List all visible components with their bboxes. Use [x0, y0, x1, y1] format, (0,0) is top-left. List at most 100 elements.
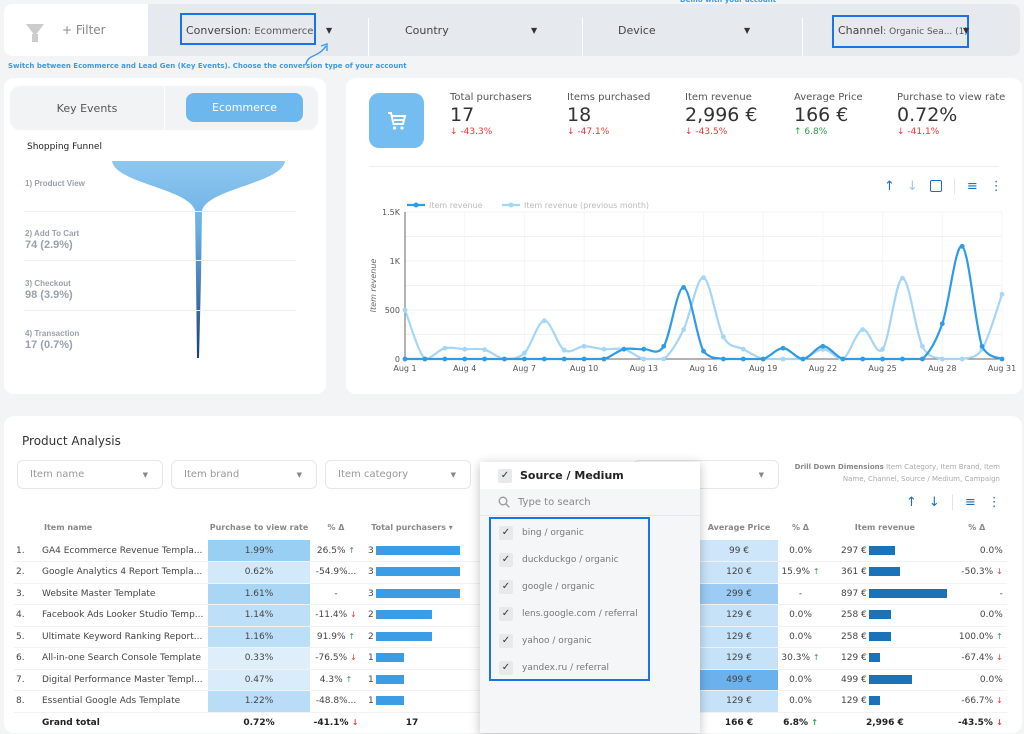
add-filter-label: + Filter — [62, 23, 106, 37]
arrow-up-icon: ↑ — [348, 631, 356, 641]
drill-down-label: Drill Down Dimensions — [794, 463, 884, 471]
col-item-revenue[interactable]: Item revenue — [823, 514, 947, 540]
data-point-item-revenue — [641, 346, 647, 352]
dropdown-option[interactable]: ✓ duckduckgo / organic — [491, 546, 648, 573]
avg-price-cell: 129 € — [700, 604, 778, 627]
filter-lines-icon[interactable]: ≡ — [965, 495, 976, 510]
tab-ecommerce[interactable]: Ecommerce — [186, 93, 303, 122]
divider — [24, 310, 296, 311]
delta-value: -67.4% — [961, 653, 994, 664]
data-point-previous-month — [601, 346, 607, 352]
chevron-down-icon: ▼ — [744, 25, 751, 35]
item-name-filter[interactable]: Item name ▼ — [17, 460, 163, 489]
checkmark-icon[interactable]: ✓ — [499, 552, 513, 567]
dropdown-option[interactable]: ✓ yahoo / organic — [491, 627, 648, 654]
kpi-card: Items purchased 18 ↓ -47.1% — [567, 92, 650, 137]
arrow-up-icon: ↑ — [348, 545, 356, 555]
checkmark-icon[interactable]: ✓ — [499, 660, 513, 675]
row-number: 8. — [14, 690, 42, 713]
dropdown-option[interactable]: ✓ yandex.ru / referral — [491, 654, 648, 681]
delta-value: 0.0% — [979, 545, 1003, 556]
divider — [369, 166, 999, 167]
col-total-purchasers[interactable]: Total purchasers ▾ — [362, 514, 462, 540]
country-label: Country — [405, 23, 449, 37]
checkmark-icon[interactable]: ✓ — [499, 579, 513, 594]
row-number: 2. — [14, 561, 42, 584]
col-avg-delta[interactable]: % Δ — [778, 514, 823, 540]
col-item-name[interactable]: Item name — [42, 514, 208, 540]
add-filter-button[interactable]: + Filter — [4, 4, 148, 56]
filter-lines-icon[interactable]: ≡ — [967, 179, 978, 194]
chart-settings-icon[interactable] — [929, 180, 942, 192]
data-point-item-revenue — [880, 356, 885, 362]
conversion-text: Conversion: Ecommerce — [186, 23, 314, 37]
purchasers-cell: 3 — [362, 583, 462, 605]
dropdown-option[interactable]: ✓ lens.google.com / referral — [491, 600, 648, 627]
dropdown-header[interactable]: ✓ Source / Medium — [480, 462, 700, 489]
sort-ascending-icon[interactable]: ↑ — [884, 179, 895, 194]
col-ptv-delta[interactable]: % Δ — [310, 514, 362, 540]
x-tick-label: Aug 7 — [513, 364, 536, 373]
checkmark-icon[interactable]: ✓ — [499, 525, 513, 540]
data-point-item-revenue — [621, 346, 627, 352]
item-name-cell: GA4 Ecommerce Revenue Templa... — [42, 540, 208, 562]
row-number: 5. — [14, 626, 42, 648]
delta-value: 100.0% — [958, 631, 994, 642]
more-options-icon[interactable]: ⋮ — [988, 495, 1001, 510]
item-brand-filter[interactable]: Item brand ▼ — [171, 460, 317, 489]
col-rev-delta[interactable]: % Δ — [947, 514, 1007, 540]
chevron-down-icon: ▼ — [758, 470, 764, 479]
ptv-cell: 0.47% — [208, 669, 310, 691]
purchasers-cell: 3 — [362, 561, 462, 584]
data-point-previous-month — [999, 291, 1005, 297]
col-average-price[interactable]: Average Price — [700, 514, 778, 540]
kpi-card: Purchase to view rate 0.72% ↓ -41.1% — [897, 92, 1005, 137]
delta-value: 0.0% — [789, 610, 812, 621]
data-point-item-revenue — [979, 343, 985, 349]
funnel-step-label: 4) Transaction — [25, 329, 80, 338]
device-control[interactable]: Device ▼ — [584, 4, 784, 56]
sort-descending-icon[interactable]: ↓ — [929, 495, 940, 510]
purchasers-bar — [375, 696, 404, 706]
checkmark-icon[interactable]: ✓ — [499, 606, 513, 621]
arrow-down-icon: ↓ — [450, 127, 458, 137]
channel-control[interactable]: Channel: Organic Sea... (1) ▼ — [832, 4, 972, 56]
dropdown-title: Source / Medium — [520, 469, 624, 482]
chart-toolbar: ↑ ↓ ≡ ⋮ — [884, 178, 1003, 194]
purchasers-value: 3 — [368, 545, 374, 556]
conversion-hint: Switch between Ecommerce and Lead Gen (K… — [8, 62, 407, 70]
x-tick-label: Aug 10 — [570, 364, 598, 373]
dropdown-option[interactable]: ✓ bing / organic — [491, 519, 648, 546]
option-label: yandex.ru / referral — [522, 662, 609, 673]
data-point-item-revenue — [780, 345, 786, 351]
arrow-down-icon: ↓ — [350, 610, 357, 620]
item-category-filter[interactable]: Item category ▼ — [325, 460, 471, 489]
arrow-down-icon: ↓ — [996, 653, 1003, 663]
kpi-change: ↑ 6.8% — [794, 127, 863, 137]
data-point-previous-month — [920, 343, 925, 349]
ptv-total: 0.72% — [243, 718, 275, 728]
revenue-line-chart: 0 500 1K 1.5K Aug 1 Aug 4 Aug 7 Aug 10 Aug 13 Aug… — [369, 201, 1016, 373]
sort-descending-icon[interactable]: ↓ — [907, 179, 918, 194]
tab-key-events[interactable]: Key Events — [10, 86, 164, 130]
divider — [951, 494, 953, 510]
chevron-down-icon: ▼ — [296, 470, 302, 479]
rev-delta-cell: -66.7% ↓ — [946, 690, 1007, 713]
dropdown-search[interactable]: Type to search — [480, 489, 700, 516]
country-control[interactable]: Country ▼ — [370, 4, 570, 56]
sort-ascending-icon[interactable]: ↑ — [906, 495, 917, 510]
more-options-icon[interactable]: ⋮ — [990, 179, 1003, 194]
dropdown-option[interactable]: ✓ google / organic — [491, 573, 648, 600]
kpi-label: Item revenue — [685, 92, 752, 103]
delta-value: -41.1% — [313, 718, 349, 728]
checkmark-icon[interactable]: ✓ — [499, 633, 513, 648]
data-point-item-revenue — [920, 356, 925, 362]
checkmark-icon[interactable]: ✓ — [498, 468, 512, 483]
rev-delta-cell: 0.0% — [946, 604, 1007, 627]
data-point-previous-month — [482, 347, 487, 353]
ptv-cell: 1.14% — [208, 604, 310, 627]
table-toolbar: ↑ ↓ ≡ ⋮ — [906, 494, 1001, 510]
revenue-value: 361 € — [841, 567, 867, 578]
col-purchase-view-rate[interactable]: Purchase to view rate — [208, 514, 310, 540]
ptv-delta-cell: 26.5% ↑ — [310, 540, 362, 562]
